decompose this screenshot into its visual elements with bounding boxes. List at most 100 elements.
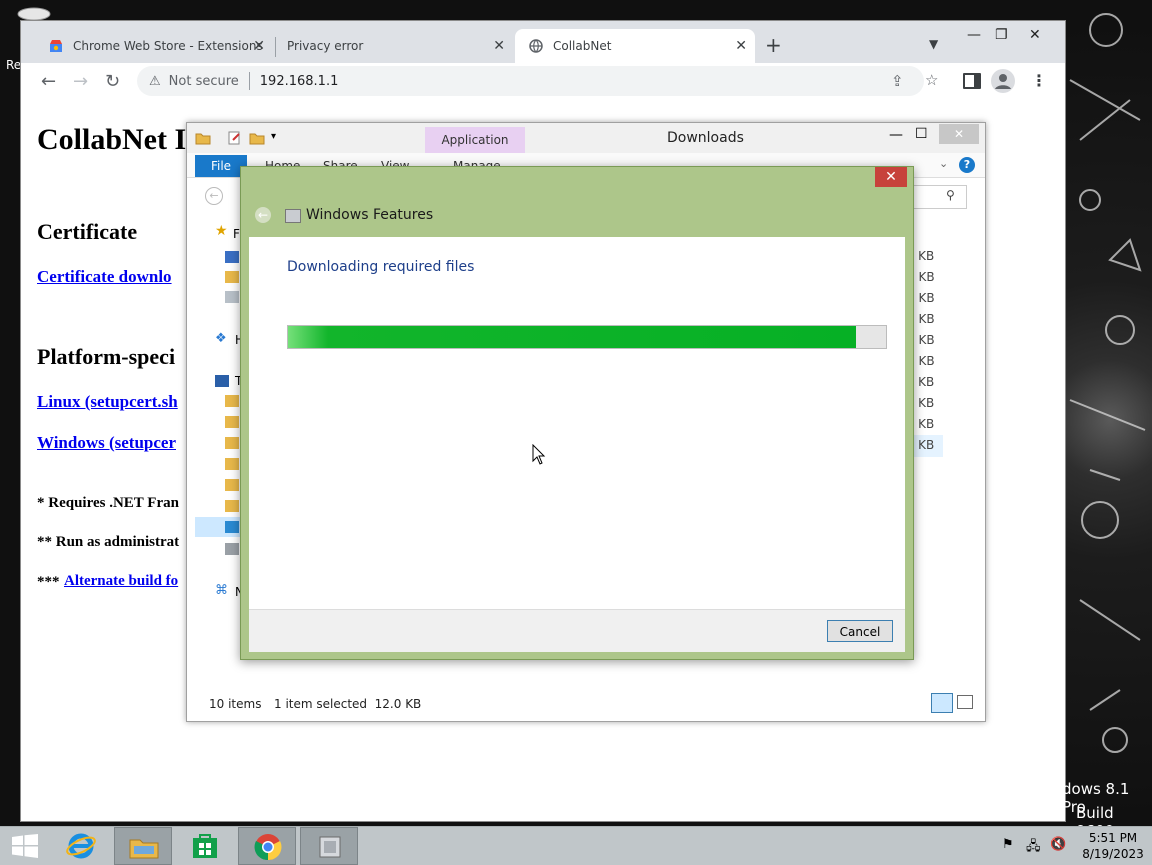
tab-collabnet[interactable]: CollabNet ✕ [515,29,755,63]
close-window-icon[interactable]: ✕ [939,124,979,144]
warning-triangle-icon[interactable]: ⚠ [149,74,161,89]
page-title: CollabNet I [37,123,187,156]
details-view-icon[interactable] [931,693,953,713]
taskbar-file-explorer[interactable] [114,827,172,865]
progress-fill [288,326,857,348]
network-tray-icon[interactable]: 🖧 [1026,837,1041,859]
close-tab-icon[interactable]: ✕ [493,38,505,54]
application-tools-context-tab[interactable]: Application Tools [425,127,525,173]
action-center-flag-icon[interactable]: ⚑ [1002,837,1014,852]
start-button[interactable] [0,827,52,865]
folder-icon[interactable] [225,395,239,407]
new-folder-icon[interactable] [249,130,265,146]
clock-date[interactable]: 8/19/2023 [1080,847,1146,861]
item-count: 10 items [209,697,262,711]
minimize-icon[interactable]: — [889,127,903,143]
this-pc-icon[interactable] [215,375,229,387]
file-explorer-icon [129,839,159,859]
maximize-icon[interactable]: ❐ [995,27,1008,43]
tab-strip: Chrome Web Store - Extensions ✕ Privacy … [21,21,1065,63]
back-arrow-icon[interactable]: ← [205,187,223,205]
help-icon[interactable]: ? [959,157,975,173]
store-icon [193,834,217,858]
quick-access-dropdown-icon[interactable]: ▾ [271,131,276,142]
side-panel-icon[interactable] [963,73,981,89]
dialog-title: Windows Features [306,207,434,223]
downloads-folder-icon[interactable] [225,271,239,283]
desktop-icon-label: Re [6,58,22,72]
taskbar-windows-features[interactable] [300,827,358,865]
windows-link[interactable]: Windows (setupcer [37,433,176,453]
volume-muted-icon[interactable]: 🔇 [1050,837,1066,852]
forward-arrow-icon[interactable]: → [73,71,88,92]
folder-icon[interactable] [225,437,239,449]
minimize-icon[interactable]: — [967,27,981,43]
back-arrow-icon[interactable]: ← [255,207,271,223]
back-arrow-icon[interactable]: ← [41,71,56,92]
desktop-wallpaper-pattern [1069,13,1146,753]
tab-label: Privacy error [287,39,364,53]
share-icon[interactable]: ⇪ [891,72,904,90]
download-progress-bar [287,325,887,349]
tab-chrome-web-store[interactable]: Chrome Web Store - Extensions ✕ [21,29,273,63]
windows-features-dialog: ✕ ← Windows Features Downloading require… [240,166,914,660]
new-tab-button[interactable]: + [765,33,782,57]
search-icon: ⚲ [946,188,955,202]
windows-logo-icon [12,834,38,858]
progress-status-text: Downloading required files [287,259,475,275]
recent-places-icon[interactable] [225,291,239,303]
security-status-label[interactable]: Not secure [169,74,239,89]
linux-link[interactable]: Linux (setupcert.sh [37,392,178,412]
windows-features-icon [319,836,341,858]
windows-features-icon [285,209,301,223]
folder-icon[interactable] [225,500,239,512]
kebab-menu-icon[interactable]: ⋮ [1031,71,1047,90]
certificate-download-link[interactable]: Certificate downlo [37,267,172,287]
profile-avatar-icon[interactable] [991,69,1015,93]
tab-label: Chrome Web Store - Extensions [73,39,263,53]
close-window-icon[interactable]: ✕ [1029,27,1041,43]
tab-label: CollabNet [553,39,612,53]
clock-time[interactable]: 5:51 PM [1080,831,1146,845]
folder-icon[interactable] [225,458,239,470]
folder-icon [195,133,211,145]
folder-icon[interactable] [225,479,239,491]
explorer-title: Downloads [667,130,744,146]
cancel-button[interactable]: Cancel [827,620,893,642]
close-dialog-icon[interactable]: ✕ [875,167,907,187]
mouse-cursor-icon [532,444,546,465]
globe-icon [529,39,543,53]
chrome-icon [254,834,282,861]
chrome-web-store-icon [50,40,62,52]
favorites-star-icon[interactable]: ★ [215,223,228,239]
alternate-build-link[interactable]: Alternate build fo [64,573,178,590]
taskbar-internet-explorer[interactable] [52,827,110,865]
folder-icon[interactable] [225,416,239,428]
reload-icon[interactable]: ↻ [105,71,120,92]
certificate-heading: Certificate [37,219,138,244]
address-bar[interactable]: ⚠ Not secure 192.168.1.1 ⇪ ☆ [137,66,938,96]
maximize-icon[interactable]: ☐ [915,126,928,142]
internet-explorer-icon [66,833,96,859]
taskbar-chrome[interactable] [238,827,296,865]
large-icons-view-icon[interactable] [957,695,973,709]
bookmark-star-icon[interactable]: ☆ [925,71,938,89]
ribbon-expand-chevron-icon[interactable]: ⌄ [939,157,948,170]
tab-privacy-error[interactable]: Privacy error ✕ [273,29,513,63]
nav-favorites-label[interactable]: F [233,227,240,241]
taskbar-store[interactable] [176,827,234,865]
platform-heading: Platform-speci [37,344,176,369]
tab-search-chevron-icon[interactable]: ▼ [929,37,938,51]
properties-icon[interactable] [227,130,243,146]
taskbar: ⚑ 🖧 🔇 5:51 PM 8/19/2023 [0,826,1152,865]
network-icon[interactable]: ⌘ [215,583,228,598]
close-tab-icon[interactable]: ✕ [253,38,265,54]
desktop-icon[interactable] [225,251,239,263]
selection-info: 1 item selected 12.0 KB [274,697,422,711]
windows-drive-icon[interactable] [225,521,239,533]
url-text[interactable]: 192.168.1.1 [260,74,339,89]
dvd-drive-icon[interactable] [225,543,239,555]
close-tab-icon[interactable]: ✕ [735,38,747,54]
explorer-titlebar: ▾ Application Tools Downloads — ☐ ✕ [187,123,985,173]
homegroup-icon[interactable]: ❖ [215,331,227,346]
